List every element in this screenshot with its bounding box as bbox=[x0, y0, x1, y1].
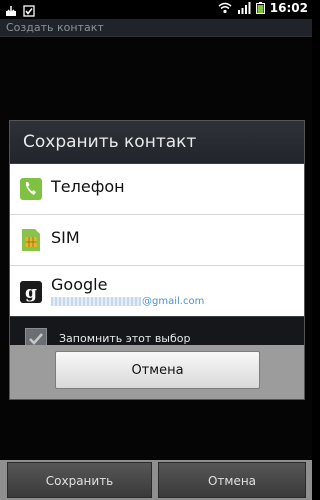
option-sim[interactable]: SIM bbox=[10, 215, 304, 266]
cancel-button[interactable]: Отмена bbox=[158, 462, 306, 498]
download-icon bbox=[5, 2, 17, 16]
svg-text:g: g bbox=[25, 283, 37, 303]
option-label: Телефон bbox=[51, 177, 125, 196]
option-label: Google bbox=[51, 275, 108, 294]
sim-icon bbox=[20, 228, 42, 252]
remember-label: Запомнить этот выбор bbox=[59, 332, 191, 345]
option-google[interactable]: g Google @gmail.com bbox=[10, 266, 304, 316]
option-label: SIM bbox=[51, 228, 80, 247]
app-title: Создать контакт bbox=[0, 19, 312, 37]
option-phone[interactable]: Телефон bbox=[10, 164, 304, 215]
save-button[interactable]: Сохранить bbox=[7, 462, 152, 498]
signal-icon bbox=[237, 2, 251, 14]
dialog-cancel-button[interactable]: Отмена bbox=[55, 351, 260, 389]
clock: 16:02 bbox=[269, 1, 308, 15]
dialog-button-bar: Отмена bbox=[10, 345, 304, 399]
dialog-title: Сохранить контакт bbox=[10, 121, 304, 164]
battery-icon bbox=[255, 2, 265, 14]
email-domain: @gmail.com bbox=[142, 296, 205, 307]
google-icon: g bbox=[20, 280, 42, 304]
phone-icon bbox=[20, 177, 42, 201]
status-bar: 16:02 bbox=[0, 0, 312, 19]
account-email: @gmail.com bbox=[51, 296, 204, 307]
clipboard-check-icon bbox=[23, 2, 35, 17]
save-contact-dialog: Сохранить контакт Телефон SIM g Google @… bbox=[9, 120, 305, 400]
bottom-action-bar: Сохранить Отмена bbox=[0, 460, 312, 500]
account-list: Телефон SIM g Google @gmail.com bbox=[10, 164, 304, 316]
wifi-icon bbox=[218, 2, 232, 14]
